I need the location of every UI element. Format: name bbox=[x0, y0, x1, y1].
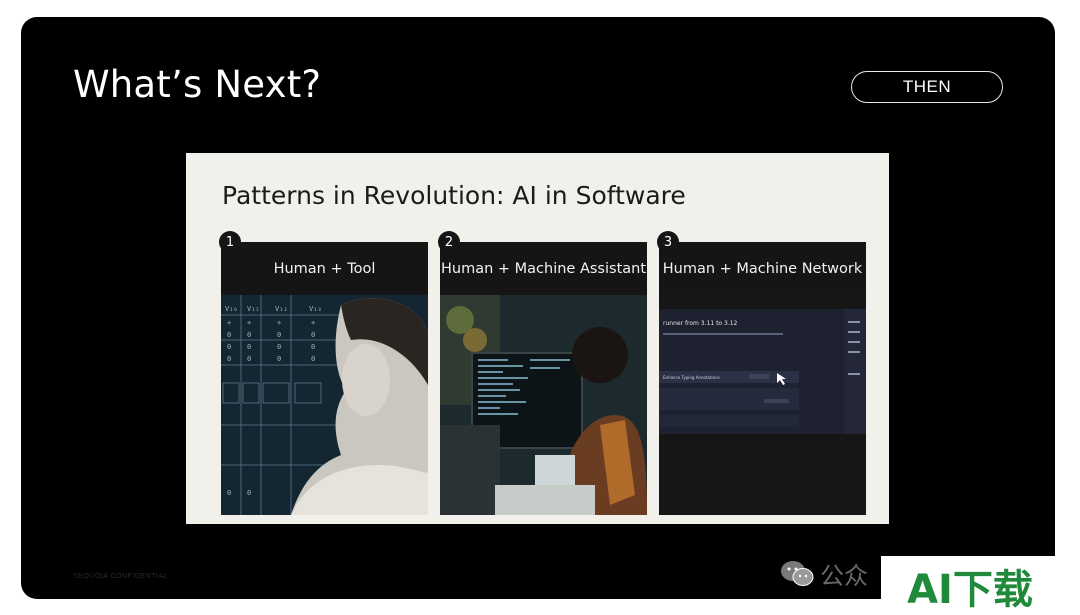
embedded-slide-title: Patterns in Revolution: AI in Software bbox=[222, 181, 686, 210]
svg-text:0: 0 bbox=[227, 355, 231, 363]
svg-text:0: 0 bbox=[247, 343, 251, 351]
ada-lovelace-portrait-image: V₁₀ V₁₁ V₁₂ V₁₃ + + + + 0 0 0 0 0 0 0 0 0 0 0 0 0 0 bbox=[221, 295, 428, 515]
svg-text:V₁₁: V₁₁ bbox=[247, 305, 260, 313]
card-number-badge: 2 bbox=[438, 231, 460, 253]
svg-text:+: + bbox=[247, 319, 251, 327]
card-number-badge: 1 bbox=[219, 231, 241, 253]
site-watermark-logo: AI下载 bbox=[881, 556, 1059, 615]
svg-text:0: 0 bbox=[277, 355, 281, 363]
wechat-overlay: 公众 bbox=[780, 556, 868, 591]
svg-text:+: + bbox=[227, 319, 231, 327]
then-tag: THEN bbox=[851, 71, 1003, 103]
agent-interface-image: runner from 3.11 to 3.12 Enhance Typing … bbox=[659, 295, 866, 515]
card-label: Human + Tool bbox=[273, 260, 376, 277]
card-number-badge: 3 bbox=[657, 231, 679, 253]
screen-row-text: Enhance Typing Annotations bbox=[663, 375, 720, 380]
svg-text:0: 0 bbox=[247, 489, 251, 497]
card-human-machine-assistant: Human + Machine Assistant bbox=[440, 242, 647, 515]
svg-text:0: 0 bbox=[277, 343, 281, 351]
card-human-tool: Human + Tool V₁₀ V₁₁ V₁₂ V₁₃ + + + + 0 0… bbox=[221, 242, 428, 515]
card-label: Human + Machine Network bbox=[662, 260, 863, 277]
svg-text:0: 0 bbox=[247, 331, 251, 339]
slide-title: What’s Next? bbox=[73, 63, 322, 106]
watermark-text: AI下载 bbox=[907, 566, 1033, 613]
svg-text:0: 0 bbox=[247, 355, 251, 363]
svg-text:0: 0 bbox=[311, 343, 315, 351]
svg-text:0: 0 bbox=[227, 331, 231, 339]
svg-text:V₁₀: V₁₀ bbox=[225, 305, 238, 313]
screen-heading: runner from 3.11 to 3.12 bbox=[663, 320, 738, 327]
svg-text:V₁₂: V₁₂ bbox=[275, 305, 288, 313]
presentation-slide: What’s Next? THEN SEQUOIA CONFIDENTIAL P… bbox=[21, 17, 1055, 599]
slide-footer: SEQUOIA CONFIDENTIAL bbox=[73, 573, 168, 580]
svg-text:0: 0 bbox=[311, 355, 315, 363]
wechat-account-text: 公众 bbox=[820, 562, 868, 590]
embedded-slide: Patterns in Revolution: AI in Software H… bbox=[186, 153, 889, 524]
svg-text:0: 0 bbox=[311, 331, 315, 339]
card-human-machine-network: Human + Machine Network runner from 3.11… bbox=[659, 242, 866, 515]
card-label: Human + Machine Assistant bbox=[440, 260, 647, 277]
svg-text:0: 0 bbox=[277, 331, 281, 339]
svg-text:+: + bbox=[311, 319, 315, 327]
svg-text:V₁₃: V₁₃ bbox=[309, 305, 322, 313]
svg-text:+: + bbox=[277, 319, 281, 327]
developer-at-monitors-image bbox=[440, 295, 647, 515]
svg-text:0: 0 bbox=[227, 489, 231, 497]
svg-text:0: 0 bbox=[227, 343, 231, 351]
wechat-icon bbox=[781, 560, 814, 586]
